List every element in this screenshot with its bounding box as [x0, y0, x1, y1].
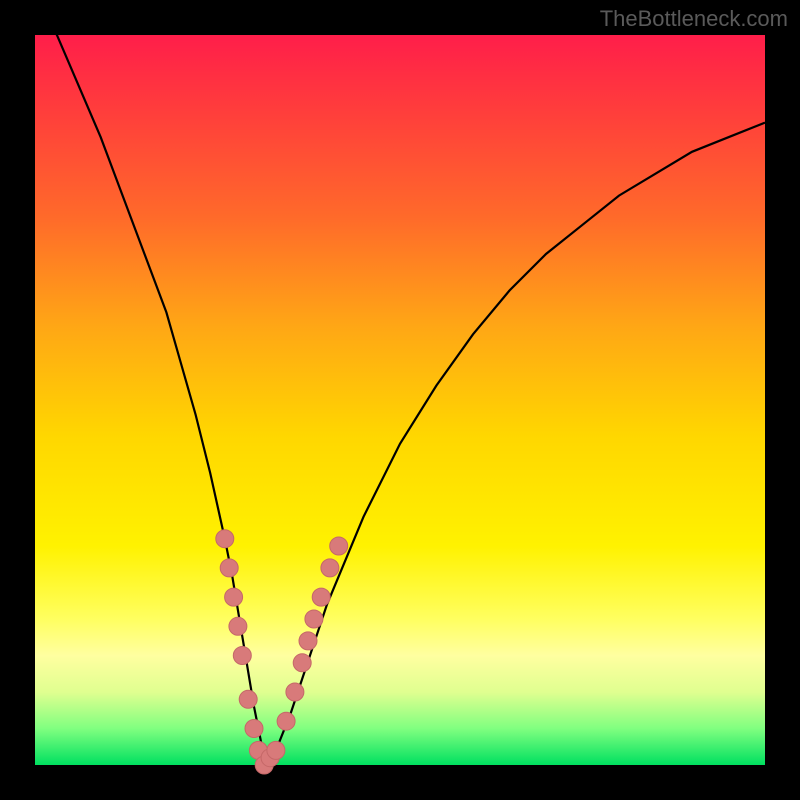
highlight-dot	[216, 530, 234, 548]
highlight-dot	[277, 712, 295, 730]
highlight-dot	[330, 537, 348, 555]
highlight-dot	[299, 632, 317, 650]
highlight-dot	[312, 588, 330, 606]
highlight-dot	[293, 654, 311, 672]
watermark-text: TheBottleneck.com	[600, 6, 788, 32]
highlight-dot	[225, 588, 243, 606]
highlight-dot	[321, 559, 339, 577]
highlight-dot	[305, 610, 323, 628]
highlight-dot	[229, 617, 247, 635]
highlight-dot	[239, 690, 257, 708]
highlight-dot	[233, 647, 251, 665]
bottleneck-curve	[35, 0, 765, 765]
highlight-dot	[267, 741, 285, 759]
highlight-dot	[220, 559, 238, 577]
highlight-dot	[286, 683, 304, 701]
highlight-dot	[245, 720, 263, 738]
chart-svg	[35, 35, 765, 765]
